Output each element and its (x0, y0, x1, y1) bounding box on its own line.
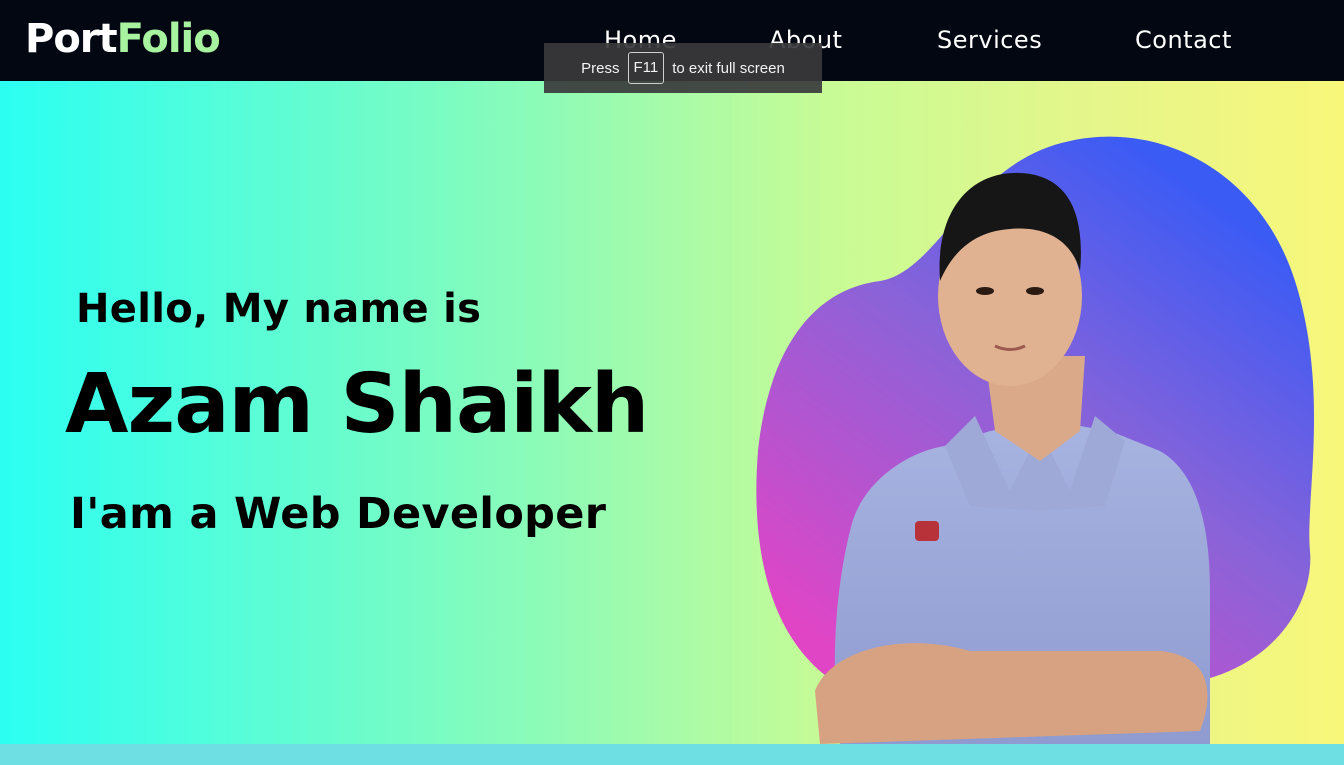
profile-photo (756, 136, 1315, 744)
shirt-logo (915, 521, 939, 541)
crossed-arms (815, 643, 1208, 744)
toast-suffix: to exit full screen (672, 59, 785, 77)
f11-key-badge: F11 (627, 52, 665, 84)
hero-name: Azam Shaikh (65, 357, 649, 452)
logo-part-folio: Folio (116, 16, 221, 62)
nav-link-services[interactable]: Services (937, 24, 1042, 56)
hero-role: I'am a Web Developer (70, 489, 607, 539)
logo-part-port: Port (25, 16, 118, 62)
toast-prefix: Press (581, 59, 620, 77)
left-eye (976, 287, 994, 295)
logo[interactable]: PortFolio (25, 14, 221, 64)
next-section-strip (0, 744, 1344, 765)
hero-greeting: Hello, My name is (76, 286, 482, 332)
hero-section: Hello, My name is Azam Shaikh I'am a Web… (0, 81, 1344, 744)
right-eye (1026, 287, 1044, 295)
fullscreen-exit-toast: Press F11 to exit full screen (544, 43, 822, 93)
nav-link-contact[interactable]: Contact (1135, 24, 1232, 56)
